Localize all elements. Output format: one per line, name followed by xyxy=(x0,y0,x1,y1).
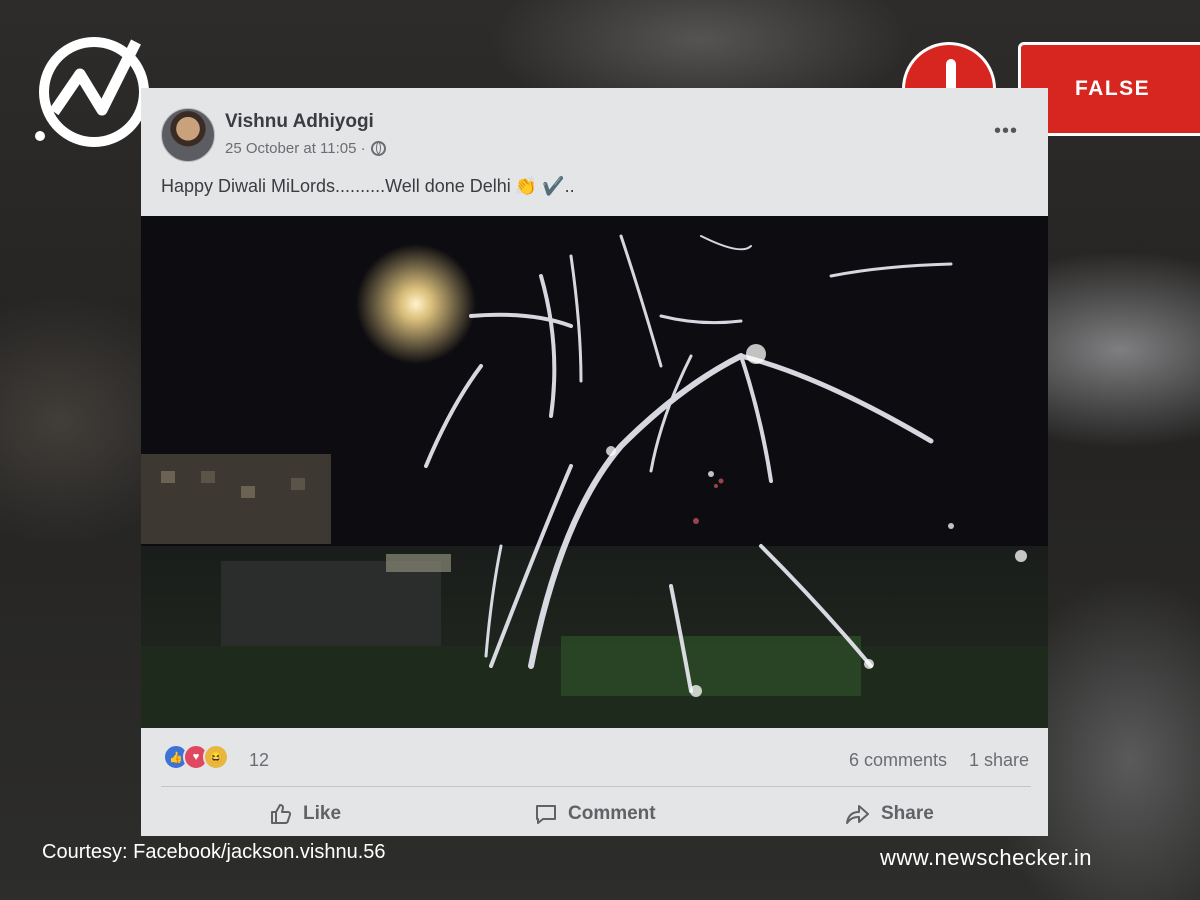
fireworks-scene xyxy=(141,216,1048,728)
thumbs-up-icon xyxy=(271,804,292,824)
facebook-post: Vishnu Adhiyogi 25 October at 11:05 · ••… xyxy=(141,88,1048,836)
comment-button[interactable]: Comment xyxy=(534,802,656,826)
reaction-icons[interactable]: 👍 ♥ 😆 xyxy=(163,744,229,770)
post-message: Happy Diwali MiLords..........Well done … xyxy=(161,176,511,196)
post-timestamp[interactable]: 25 October at 11:05 · xyxy=(225,140,366,157)
post-text: Happy Diwali MiLords..........Well done … xyxy=(161,176,575,197)
post-stats: 👍 ♥ 😆 12 6 comments 1 share xyxy=(141,728,1048,784)
avatar[interactable] xyxy=(161,108,215,162)
reaction-count[interactable]: 12 xyxy=(249,750,269,771)
author-name[interactable]: Vishnu Adhiyogi xyxy=(225,111,374,133)
more-options-icon[interactable]: ••• xyxy=(994,120,1018,143)
post-meta: 25 October at 11:05 · xyxy=(225,140,386,157)
post-header: Vishnu Adhiyogi 25 October at 11:05 · ••… xyxy=(141,88,1048,216)
globe-icon xyxy=(370,141,386,156)
shares-count[interactable]: 1 share xyxy=(969,750,1029,771)
courtesy-credit: Courtesy: Facebook/jackson.vishnu.56 xyxy=(42,841,386,863)
post-actions: Like Comment Share xyxy=(141,788,1048,836)
like-button[interactable]: Like xyxy=(269,802,341,826)
share-button[interactable]: Share xyxy=(845,802,934,826)
comment-label: Comment xyxy=(568,803,656,824)
comments-count[interactable]: 6 comments xyxy=(849,750,947,771)
post-video[interactable] xyxy=(141,216,1048,728)
comment-icon xyxy=(536,805,556,824)
share-icon xyxy=(846,805,869,824)
divider xyxy=(161,786,1031,787)
share-label: Share xyxy=(881,803,934,824)
haha-reaction-icon: 😆 xyxy=(203,744,229,770)
post-emojis: 👏 ✔️.. xyxy=(514,176,575,196)
site-url[interactable]: www.newschecker.in xyxy=(880,845,1092,871)
like-label: Like xyxy=(303,803,342,824)
